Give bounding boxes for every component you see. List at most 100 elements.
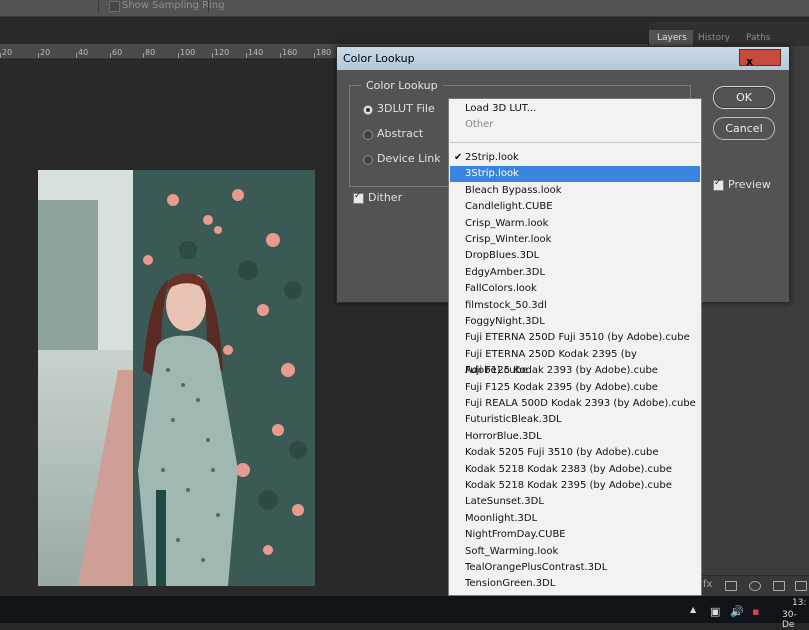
menu-item-label: Fuji ETERNA 250D Fuji 3510 (by Adobe).cu… [465,332,690,344]
mask-icon[interactable] [725,581,737,591]
menu-item-label: 3Strip.look [465,168,519,180]
menu-item-label: Crisp_Warm.look [465,217,549,229]
label-3dlut-file: 3DLUT File [377,102,435,115]
menu-item-label: Kodak 5218 Kodak 2383 (by Adobe).cube [465,463,672,475]
menu-item-lut[interactable]: Bleach Bypass.look [450,183,700,199]
menu-item-lut[interactable]: Fuji REALA 500D Kodak 2393 (by Adobe).cu… [450,396,700,412]
menu-item-lut[interactable]: Fuji ETERNA 250D Fuji 3510 (by Adobe).cu… [450,330,700,346]
menu-item-label: FoggyNight.3DL [465,316,545,327]
menu-item-load-lut[interactable]: Load 3D LUT... [450,101,700,117]
menu-item-lut[interactable]: Soft_Warming.look [450,544,700,560]
menu-item-lut[interactable]: NightFromDay.CUBE [450,527,700,543]
dialog-titlebar[interactable]: Color Lookup x [337,47,789,70]
ruler-tick-label: 120 [214,48,230,57]
preview-label: Preview [728,178,771,191]
ruler-tick-label: 140 [248,48,264,57]
menu-item-lut[interactable]: FuturisticBleak.3DL [450,412,700,428]
ruler-tick-mark [143,53,144,58]
ruler-tick-label: 20 [40,48,51,57]
volume-icon[interactable]: 🔊 [730,605,744,618]
menu-item-label: Fuji REALA 500D Kodak 2393 (by Adobe).cu… [465,398,696,409]
ruler-tick-mark [212,53,213,58]
menu-item-lut[interactable]: HorrorBlue.3DL [450,429,700,445]
radio-abstract[interactable] [363,130,373,140]
tab-paths[interactable]: Paths [746,33,770,43]
close-button[interactable]: x [739,49,781,68]
dither-checkbox[interactable] [353,191,364,204]
menu-item-label: Soft_Warming.look [465,545,559,557]
sampling-ring-label: Show Sampling Ring [122,0,225,11]
menu-item-lut[interactable]: Crisp_Warm.look [450,216,700,232]
ruler-tick-label: 160 [282,48,298,57]
menu-item-lut[interactable]: TensionGreen.3DL [450,576,700,592]
fx-icon[interactable]: fx [703,579,712,590]
sampling-ring-checkbox[interactable] [109,1,120,12]
menu-item-lut[interactable]: FoggyNight.3DL [450,314,700,330]
ruler-tick-label: 40 [78,48,89,57]
menu-item-lut[interactable]: TealOrangePlusContrast.3DL [450,560,700,576]
ruler-tick-mark [178,53,179,58]
tray-app-icon[interactable]: ▣ [710,605,720,618]
ruler-tick-mark [76,53,77,58]
menu-item-lut[interactable]: LateSunset.3DL [450,494,700,510]
options-bar: Show Sampling Ring [0,0,809,17]
ruler-tick-mark [38,53,39,58]
menu-item-label: Candlelight.CUBE [465,201,553,213]
windows-taskbar: ▲ ▣ 🔊 ▪ 13: 30-De [0,596,809,630]
options-separator [208,0,209,13]
menu-separator [450,142,700,143]
lut-dropdown-menu: Load 3D LUT... Other ✔ 2Strip.look 3Strip.… [448,98,702,596]
radio-3dlut-file[interactable] [363,105,373,115]
menu-item-lut[interactable]: Crisp_Winter.look [450,232,700,248]
menu-item-label: TensionGreen.3DL [465,578,556,590]
menu-item-lut[interactable]: filmstock_50.3dl [450,298,700,314]
dialog-title: Color Lookup [343,52,415,65]
menu-item-label: Bleach Bypass.look [465,184,562,196]
tab-layers[interactable]: Layers [657,33,687,43]
menu-item-label: FallColors.look [465,283,537,295]
ruler-tick-mark [110,53,111,58]
new-layer-icon[interactable] [795,581,807,591]
ruler-tick-mark [246,53,247,58]
menu-item-lut[interactable]: Kodak 5218 Kodak 2395 (by Adobe).cube [450,478,700,494]
menu-item-label: Fuji F125 Kodak 2395 (by Adobe).cube [465,381,658,393]
menu-item-label: EdgyAmber.3DL [465,266,546,278]
dither-label: Dither [368,191,403,204]
label-abstract: Abstract [377,127,424,140]
menu-item-label: Moonlight.3DL [465,512,538,524]
radio-device-link[interactable] [363,155,373,165]
menu-item-lut[interactable]: Fuji F125 Kodak 2395 (by Adobe).cube [450,380,700,396]
menu-item-lut[interactable]: Kodak 5218 Kodak 2383 (by Adobe).cube [450,462,700,478]
ruler-tick-label: 60 [112,48,123,57]
menu-item-lut[interactable]: Moonlight.3DL [450,511,700,527]
tab-history[interactable]: History [698,33,730,43]
menu-item-lut[interactable]: FallColors.look [450,281,700,297]
tray-arrow-icon[interactable]: ▲ [690,605,696,614]
menu-item-label: Other [465,119,494,130]
cancel-button[interactable]: Cancel [713,117,775,140]
ruler-tick-mark [280,53,281,58]
menu-item-label: HorrorBlue.3DL [465,430,542,442]
menu-item-label: Load 3D LUT... [465,103,537,114]
network-icon[interactable]: ▪ [752,605,759,618]
menu-item-other: Other [450,117,700,133]
menu-item-lut[interactable]: Kodak 5205 Fuji 3510 (by Adobe).cube [450,445,700,461]
adjustment-icon[interactable] [749,581,761,591]
menu-item-lut[interactable]: Fuji ETERNA 250D Kodak 2395 (by Adobe).c… [450,347,700,376]
menu-item-label: FuturisticBleak.3DL [465,414,562,426]
folder-icon[interactable] [773,581,785,591]
ok-button[interactable]: OK [713,86,775,109]
menu-item-lut[interactable]: ✔ 2Strip.look [450,150,700,166]
menu-item-lut[interactable]: Candlelight.CUBE [450,199,700,215]
photo-image [38,170,315,586]
menu-item-lut[interactable]: DropBlues.3DL [450,248,700,264]
close-icon: x [746,55,754,68]
menu-item-label: 2Strip.look [465,152,519,163]
preview-checkbox[interactable] [713,178,724,191]
menu-item-lut[interactable]: EdgyAmber.3DL [450,265,700,281]
menu-item-label: NightFromDay.CUBE [465,529,566,541]
menu-item-lut[interactable]: Fuji F125 Kodak 2393 (by Adobe).cube [450,363,700,379]
menu-item-label: DropBlues.3DL [465,250,540,262]
menu-item-lut[interactable]: 3Strip.look [450,166,700,183]
ruler-tick-mark [0,53,1,58]
